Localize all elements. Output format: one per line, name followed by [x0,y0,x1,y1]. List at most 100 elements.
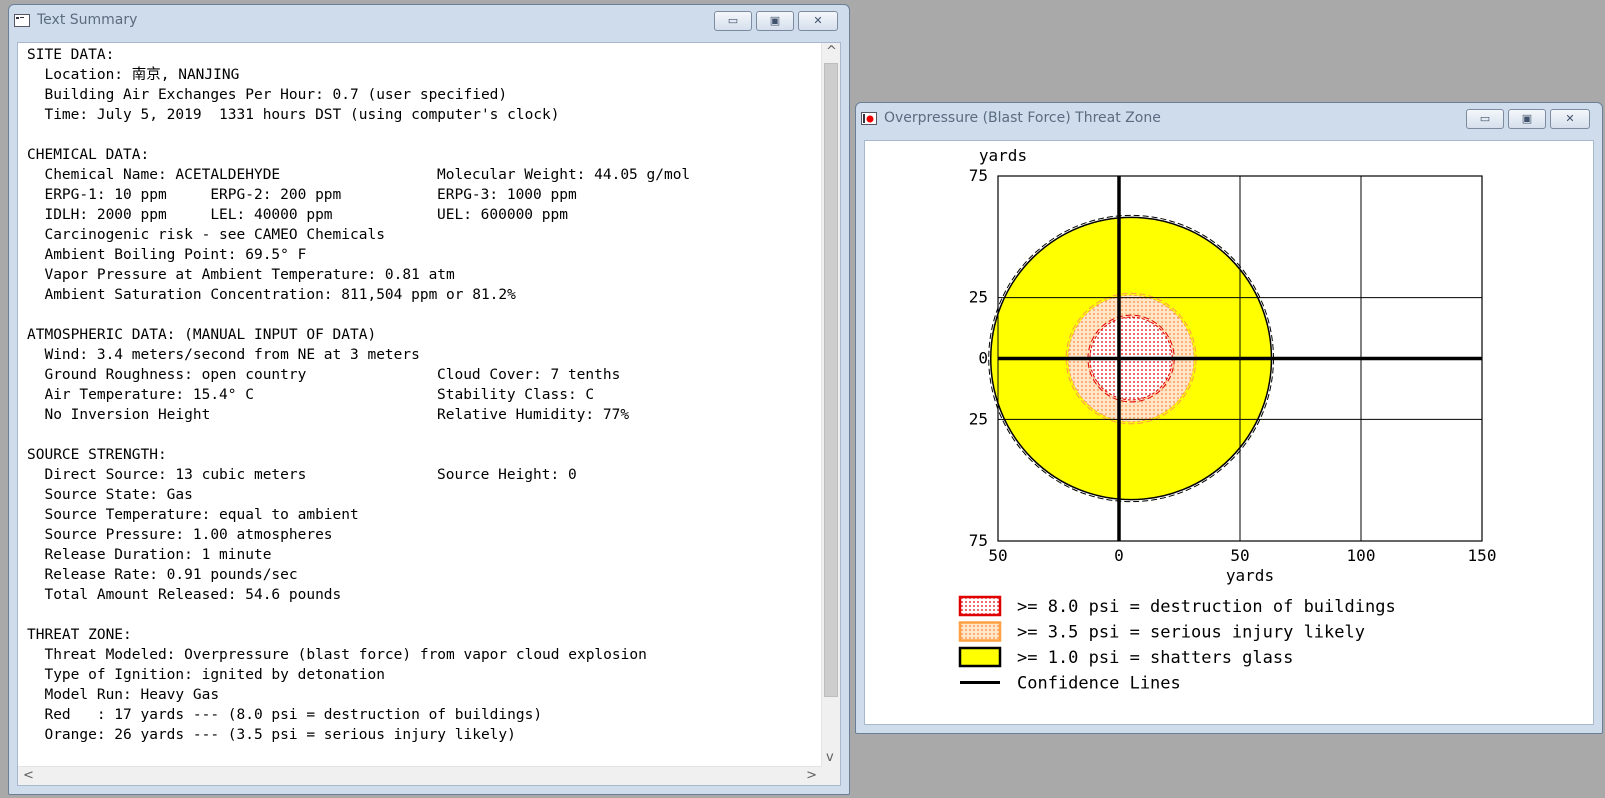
x-tick-label: 50 [1230,546,1249,565]
summary-line: Orange: 26 yards --- (3.5 psi = serious … [27,725,818,745]
y-tick-label: 75 [969,531,988,550]
summary-line: Threat Modeled: Overpressure (blast forc… [27,645,818,665]
vertical-scrollbar[interactable]: ^ v [821,43,840,767]
text-summary-window: Text Summary ▭ ▣ ✕ SITE DATA: Location: … [8,4,850,795]
summary-line-text: Release Rate: 0.91 pounds/sec [27,567,298,583]
threat-zone-window: Overpressure (Blast Force) Threat Zone ▭… [855,102,1603,734]
summary-line-text: Source Pressure: 1.00 atmospheres [27,527,333,543]
summary-line: Model Run: Heavy Gas [27,685,818,705]
summary-line: IDLH: 2000 ppm LEL: 40000 ppm UEL: 600000… [27,205,818,225]
legend-label: >= 3.5 psi = serious injury likely [1017,623,1365,643]
summary-line-text: CHEMICAL DATA: [27,147,150,163]
summary-line-text: IDLH: 2000 ppm LEL: 40000 ppm [27,207,333,223]
close-button[interactable]: ✕ [798,11,838,31]
summary-line: ERPG-1: 10 ppm ERPG-2: 200 ppm ERPG-3: 10… [27,185,818,205]
summary-line: Vapor Pressure at Ambient Temperature: 0… [27,265,818,285]
summary-line-text: Type of Ignition: ignited by detonation [27,667,385,683]
summary-line: Wind: 3.4 meters/second from NE at 3 met… [27,345,818,365]
threat-zone-plot-area: 50 0 50 100 150 75 25 0 25 75 yards yards >= 8.0 psi… [864,140,1594,725]
scroll-down-arrow-icon[interactable]: v [826,750,834,765]
scroll-thumb[interactable] [824,63,838,697]
text-summary-content[interactable]: SITE DATA: Location: 南京, NANJING Buildin… [17,42,841,786]
y-tick-label: 75 [969,166,988,185]
summary-line: CHEMICAL DATA: [27,145,818,165]
summary-line [27,305,818,325]
summary-line: Ambient Boiling Point: 69.5° F [27,245,818,265]
scroll-up-arrow-icon[interactable]: ^ [826,44,837,59]
summary-line-text: Orange: 26 yards --- (3.5 psi = serious … [27,727,516,743]
summary-line: Source Temperature: equal to ambient [27,505,818,525]
legend-label: Confidence Lines [1017,674,1181,694]
summary-line: THREAT ZONE: [27,625,818,645]
y-tick-label: 25 [969,288,988,307]
summary-line: Direct Source: 13 cubic meters Source Hei… [27,465,818,485]
summary-line-col2: ERPG-3: 1000 ppm [437,187,577,203]
summary-line-text: Ground Roughness: open country [27,367,307,383]
summary-line [27,125,818,145]
summary-line-text: Model Run: Heavy Gas [27,687,220,703]
summary-line: Ground Roughness: open country Cloud Cove… [27,365,818,385]
summary-line [27,425,818,445]
summary-line-text: Red : 17 yards --- (8.0 psi = destructio… [27,707,543,723]
scroll-right-arrow-icon[interactable]: > [806,768,817,783]
resize-grip-icon[interactable] [822,767,840,785]
x-tick-label: 150 [1468,546,1497,565]
summary-line: Source Pressure: 1.00 atmospheres [27,525,818,545]
summary-line-text: SITE DATA: [27,47,115,63]
summary-line-text: Direct Source: 13 cubic meters [27,467,307,483]
legend-label: >= 1.0 psi = shatters glass [1017,648,1293,668]
summary-line-col2: Molecular Weight: 44.05 g/mol [437,167,691,183]
y-tick-label: 0 [978,349,988,368]
legend-swatch [958,621,1002,642]
x-tick-label: 100 [1347,546,1376,565]
window-title: Overpressure (Blast Force) Threat Zone [884,110,1161,126]
close-button[interactable]: ✕ [1550,109,1590,129]
summary-line-text: Building Air Exchanges Per Hour: 0.7 (us… [27,87,508,103]
summary-line [27,605,818,625]
summary-line-col2: Relative Humidity: 77% [437,407,630,423]
horizontal-scrollbar[interactable]: < > [18,766,822,785]
maximize-button[interactable]: ▣ [1508,109,1546,129]
minimize-button[interactable]: ▭ [714,11,752,31]
title-bar[interactable]: Text Summary ▭ ▣ ✕ [9,5,849,35]
summary-line: ATMOSPHERIC DATA: (MANUAL INPUT OF DATA) [27,325,818,345]
summary-line-text: ATMOSPHERIC DATA: (MANUAL INPUT OF DATA) [27,327,377,343]
summary-text-area[interactable]: SITE DATA: Location: 南京, NANJING Buildin… [27,45,818,765]
x-tick-label: 0 [1114,546,1124,565]
summary-line-col2: Source Height: 0 [437,467,577,483]
summary-line-text: Vapor Pressure at Ambient Temperature: 0… [27,267,455,283]
summary-line: Time: July 5, 2019 1331 hours DST (using… [27,105,818,125]
summary-line-text: Source State: Gas [27,487,193,503]
summary-line-text: Air Temperature: 15.4° C [27,387,254,403]
summary-line-text: ERPG-1: 10 ppm ERPG-2: 200 ppm [27,187,342,203]
summary-line: Total Amount Released: 54.6 pounds [27,585,818,605]
summary-line: SITE DATA: [27,45,818,65]
summary-line-text: Threat Modeled: Overpressure (blast forc… [27,647,647,663]
summary-line-col2: Stability Class: C [437,387,595,403]
scroll-left-arrow-icon[interactable]: < [23,768,34,783]
summary-line-text: THREAT ZONE: [27,627,132,643]
y-tick-label: 25 [969,409,988,428]
minimize-button[interactable]: ▭ [1466,109,1504,129]
summary-line: Release Duration: 1 minute [27,545,818,565]
summary-line-text: Wind: 3.4 meters/second from NE at 3 met… [27,347,420,363]
summary-line: Ambient Saturation Concentration: 811,50… [27,285,818,305]
y-axis-label: yards [979,146,1027,165]
title-bar[interactable]: Overpressure (Blast Force) Threat Zone ▭… [856,103,1602,133]
summary-line-text: Ambient Saturation Concentration: 811,50… [27,287,516,303]
summary-line: Carcinogenic risk - see CAMEO Chemicals [27,225,818,245]
summary-line-text: Total Amount Released: 54.6 pounds [27,587,342,603]
summary-line: Location: 南京, NANJING [27,65,818,85]
summary-line: Chemical Name: ACETALDEHYDE Molecular Wei… [27,165,818,185]
summary-line-text: Location: 南京, NANJING [27,67,240,83]
maximize-button[interactable]: ▣ [756,11,794,31]
summary-line: Red : 17 yards --- (8.0 psi = destructio… [27,705,818,725]
summary-line-text: Time: July 5, 2019 1331 hours DST (using… [27,107,560,123]
document-icon [14,14,30,27]
summary-line-text: Source Temperature: equal to ambient [27,507,359,523]
legend-label: >= 8.0 psi = destruction of buildings [1017,597,1396,617]
x-axis-label: yards [1226,566,1274,585]
summary-line-text: Ambient Boiling Point: 69.5° F [27,247,307,263]
summary-line-text: SOURCE STRENGTH: [27,447,167,463]
summary-line: Air Temperature: 15.4° C Stability Class:… [27,385,818,405]
